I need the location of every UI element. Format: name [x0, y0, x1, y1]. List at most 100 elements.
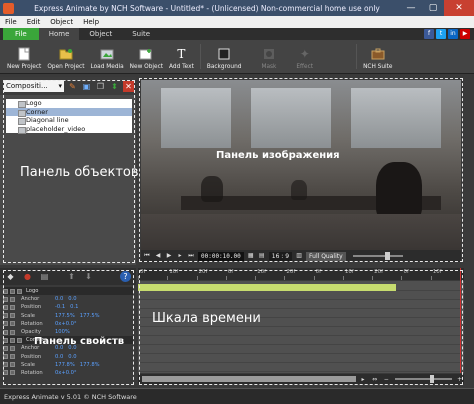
property-value[interactable]: 177.5% [80, 313, 100, 319]
lock-toggle[interactable] [10, 288, 15, 294]
zoom-fit-icon[interactable]: ⇔ [370, 376, 379, 383]
menu-help[interactable]: Help [78, 18, 104, 26]
tab-file[interactable]: File [3, 28, 39, 40]
timeline-track[interactable] [138, 283, 464, 291]
timeline-track[interactable] [138, 301, 464, 309]
visibility-toggle[interactable] [3, 288, 8, 294]
keyframe-list-icon[interactable]: ▤ [39, 271, 50, 282]
timeline-track[interactable] [138, 337, 464, 345]
keyframe-icon[interactable]: ◆ [5, 271, 16, 282]
keyframe-toggle[interactable] [3, 321, 8, 327]
property-value[interactable]: 0.1 [70, 304, 78, 310]
playhead[interactable] [460, 268, 461, 373]
step-forward-icon[interactable]: ▸ [176, 252, 184, 260]
move-icon[interactable]: ⬍ [109, 81, 120, 92]
keyframe-toggle[interactable] [3, 345, 8, 351]
keyframe-toggle[interactable] [10, 321, 15, 327]
keyframe-toggle[interactable] [3, 362, 8, 368]
keyframe-toggle[interactable] [10, 345, 15, 351]
property-value[interactable]: 177.8% [80, 362, 100, 368]
scroll-right-icon[interactable]: ▸ [359, 376, 368, 383]
property-value[interactable]: -0.1 [55, 304, 65, 310]
property-value[interactable]: 100% [55, 329, 70, 335]
wrench-icon[interactable]: ✎ [67, 81, 78, 92]
timeline-tracks[interactable]: Шкала времени [138, 281, 464, 373]
property-value[interactable]: 0.0 [55, 296, 63, 302]
crop-icon[interactable]: ▥ [295, 252, 303, 260]
new-project-button[interactable]: New Project [4, 40, 44, 73]
skip-start-icon[interactable]: ⏮ [143, 252, 151, 260]
safe-area-icon[interactable]: ▤ [258, 252, 266, 260]
aspect-ratio[interactable]: 16 : 9 [268, 251, 293, 261]
keyframe-toggle[interactable] [3, 313, 8, 319]
delete-icon[interactable]: ✕ [123, 80, 134, 92]
load-media-button[interactable]: Load Media [88, 40, 127, 73]
step-back-icon[interactable]: ◀ [154, 252, 162, 260]
keyframe-toggle[interactable] [10, 329, 15, 335]
record-icon[interactable]: ● [22, 271, 33, 282]
visibility-toggle[interactable] [3, 337, 8, 343]
property-value[interactable]: 0.0 [68, 296, 76, 302]
quality-select[interactable]: Full Quality [306, 251, 346, 261]
close-button[interactable]: ✕ [444, 0, 474, 16]
property-value[interactable]: 0x+0.0° [55, 370, 77, 376]
preview-zoom-slider[interactable] [352, 252, 403, 260]
property-value[interactable]: 0x+0.0° [55, 321, 77, 327]
linkedin-icon[interactable]: in [448, 29, 458, 39]
add-object-icon[interactable]: ▣ [81, 81, 92, 92]
keyframe-toggle[interactable] [10, 362, 15, 368]
zoom-out-icon[interactable]: − [382, 376, 391, 383]
nch-suite-button[interactable]: NCH Suite [360, 40, 395, 73]
zoom-in-icon[interactable]: + [455, 376, 464, 383]
tree-item[interactable]: Diagonal line [6, 116, 132, 125]
timeline-track[interactable] [138, 364, 464, 372]
timeline-track[interactable] [138, 292, 464, 300]
property-value[interactable]: 177.5% [55, 313, 75, 319]
timeline-track[interactable] [138, 328, 464, 336]
keyframe-toggle[interactable] [3, 296, 8, 302]
mask-button[interactable]: Mask [258, 40, 279, 73]
property-value[interactable]: 0.0 [55, 354, 63, 360]
arrow-up-icon[interactable]: ⬆ [66, 271, 77, 282]
arrow-down-icon[interactable]: ⬇ [83, 271, 94, 282]
menu-object[interactable]: Object [45, 18, 78, 26]
timeline-ruler[interactable]: 0f 10f 20f 0f 10f 20f 0f 10f 20f 0f 10f [138, 268, 464, 280]
composition-select[interactable]: Compositi... [4, 80, 64, 92]
clip-bar[interactable] [138, 284, 396, 291]
tab-object[interactable]: Object [79, 28, 122, 40]
menu-edit[interactable]: Edit [22, 18, 46, 26]
tree-item-selected[interactable]: Corner [6, 107, 132, 116]
facebook-icon[interactable]: f [424, 29, 434, 39]
duplicate-icon[interactable]: ❐ [95, 81, 106, 92]
tree-item[interactable]: Logo [6, 99, 132, 108]
tree-item[interactable]: placeholder_video [6, 125, 132, 133]
tab-suite[interactable]: Suite [122, 28, 160, 40]
solo-toggle[interactable] [17, 288, 22, 294]
preview-canvas[interactable]: Панель изображения [141, 80, 461, 250]
add-text-button[interactable]: T Add Text [166, 40, 197, 73]
keyframe-toggle[interactable] [3, 354, 8, 360]
keyframe-toggle[interactable] [3, 329, 8, 335]
timeline-scrollbar[interactable] [142, 376, 356, 382]
youtube-icon[interactable]: ▶ [460, 29, 470, 39]
keyframe-toggle[interactable] [10, 296, 15, 302]
background-button[interactable]: Background [204, 40, 245, 73]
timeline-track[interactable] [138, 355, 464, 363]
keyframe-toggle[interactable] [3, 370, 8, 376]
effect-button[interactable]: ✦ Effect [293, 40, 316, 73]
timeline-track[interactable] [138, 346, 464, 354]
play-icon[interactable]: ▶ [165, 252, 173, 260]
solo-toggle[interactable] [17, 337, 22, 343]
new-object-button[interactable]: New Object [127, 40, 166, 73]
keyframe-toggle[interactable] [10, 304, 15, 310]
property-value[interactable]: 0.0 [68, 354, 76, 360]
help-icon[interactable]: ? [120, 271, 131, 282]
grid-icon[interactable]: ▦ [247, 252, 255, 260]
menu-file[interactable]: File [0, 18, 22, 26]
keyframe-toggle[interactable] [10, 313, 15, 319]
tab-home[interactable]: Home [38, 28, 80, 40]
twitter-icon[interactable]: t [436, 29, 446, 39]
lock-toggle[interactable] [10, 337, 15, 343]
keyframe-toggle[interactable] [10, 354, 15, 360]
property-value[interactable]: 177.8% [55, 362, 75, 368]
